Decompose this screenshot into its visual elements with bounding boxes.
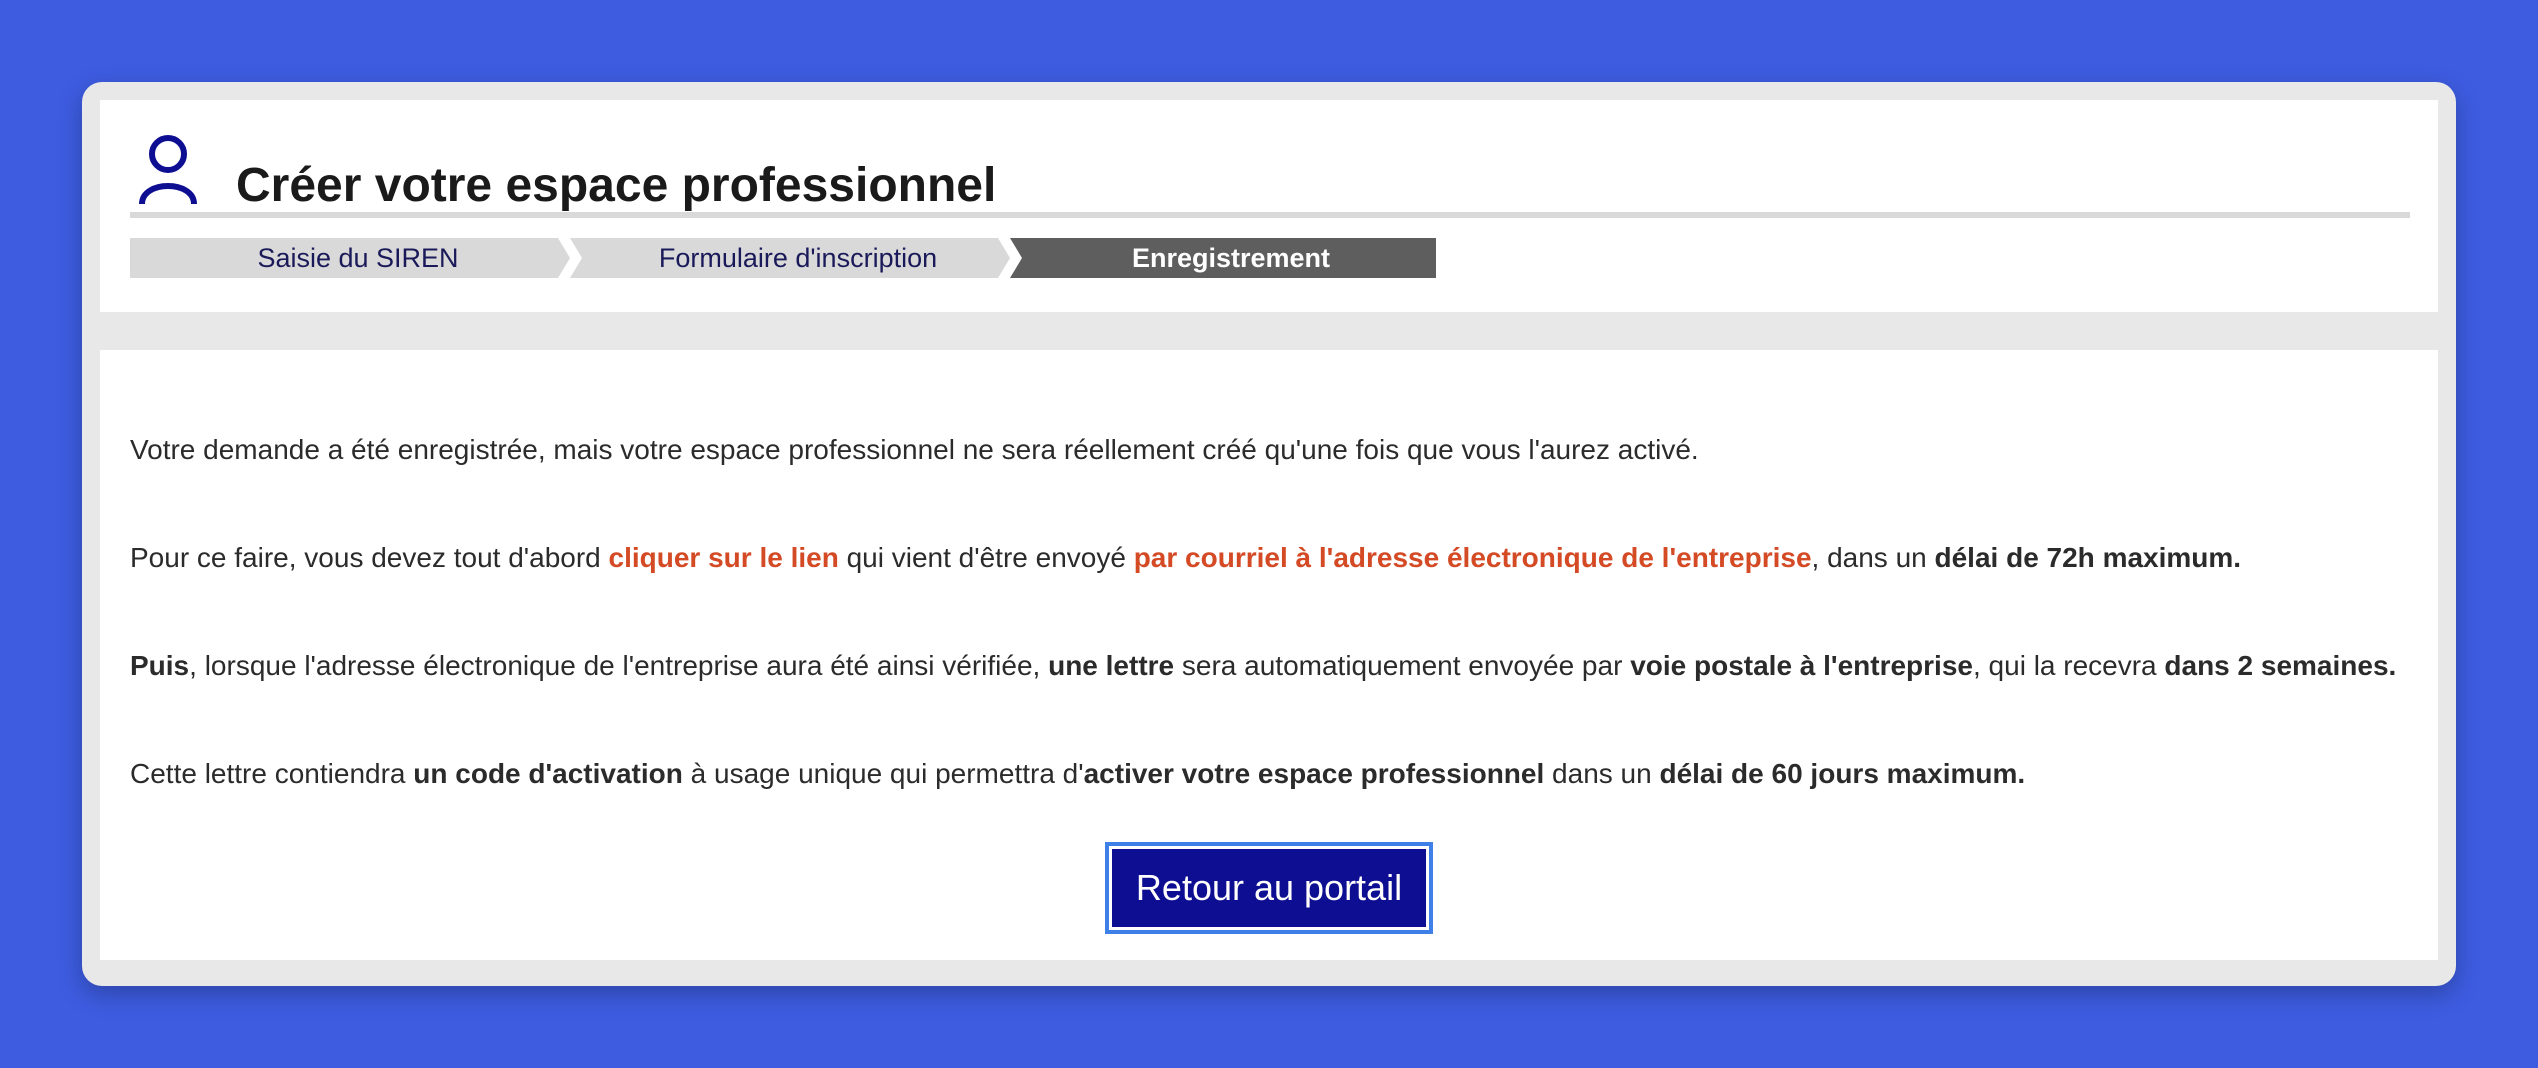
bold-text: délai de 60 jours maximum. <box>1659 758 2026 789</box>
content-panel: Votre demande a été enregistrée, mais vo… <box>100 350 2438 960</box>
user-icon <box>139 135 197 205</box>
text: , dans un <box>1811 542 1935 573</box>
bold-text: une lettre <box>1048 650 1175 681</box>
return-to-portal-button[interactable]: Retour au portail <box>1105 842 1433 934</box>
step-enregistrement: Enregistrement <box>1010 238 1436 278</box>
title-row: Créer votre espace professionnel <box>130 134 2410 218</box>
main-card: Créer votre espace professionnel Saisie … <box>82 82 2456 986</box>
text: , qui la recevra <box>1972 650 2165 681</box>
paragraph-letter: Puis, lorsque l'adresse électronique de … <box>130 648 2396 684</box>
text: Cette lettre contiendra <box>130 758 414 789</box>
paragraph-activation-code: Cette lettre contiendra un code d'activa… <box>130 756 2025 792</box>
bold-text: un code d'activation <box>413 758 683 789</box>
step-label: Formulaire d'inscription <box>658 242 938 273</box>
text: Pour ce faire, vous devez tout d'abord <box>130 542 609 573</box>
bold-text: délai de 72h maximum. <box>1934 542 2242 573</box>
step-siren: Saisie du SIREN <box>130 238 570 278</box>
highlight-text: par courriel à l'adresse électronique de… <box>1133 542 1812 573</box>
page-title: Créer votre espace professionnel <box>236 159 997 212</box>
step-label: Enregistrement <box>1131 242 1331 273</box>
step-label: Saisie du SIREN <box>257 242 459 273</box>
text: , lorsque l'adresse électronique de l'en… <box>189 650 1049 681</box>
bold-text: dans 2 semaines. <box>2164 650 2397 681</box>
paragraph-registered: Votre demande a été enregistrée, mais vo… <box>130 432 1699 468</box>
text: sera automatiquement envoyée par <box>1174 650 1631 681</box>
text: à usage unique qui permettra d' <box>682 758 1084 789</box>
text: qui vient d'être envoyé <box>838 542 1134 573</box>
step-formulaire: Formulaire d'inscription <box>570 238 1010 278</box>
bold-text: Puis <box>130 650 190 681</box>
text: Votre demande a été enregistrée, mais vo… <box>130 434 1699 465</box>
bold-text: activer votre espace professionnel <box>1083 758 1545 789</box>
paragraph-email-link: Pour ce faire, vous devez tout d'abord c… <box>130 540 2241 576</box>
header-panel: Créer votre espace professionnel Saisie … <box>100 100 2438 312</box>
text: dans un <box>1544 758 1660 789</box>
bold-text: voie postale à l'entreprise <box>1630 650 1973 681</box>
highlight-text: cliquer sur le lien <box>608 542 839 573</box>
